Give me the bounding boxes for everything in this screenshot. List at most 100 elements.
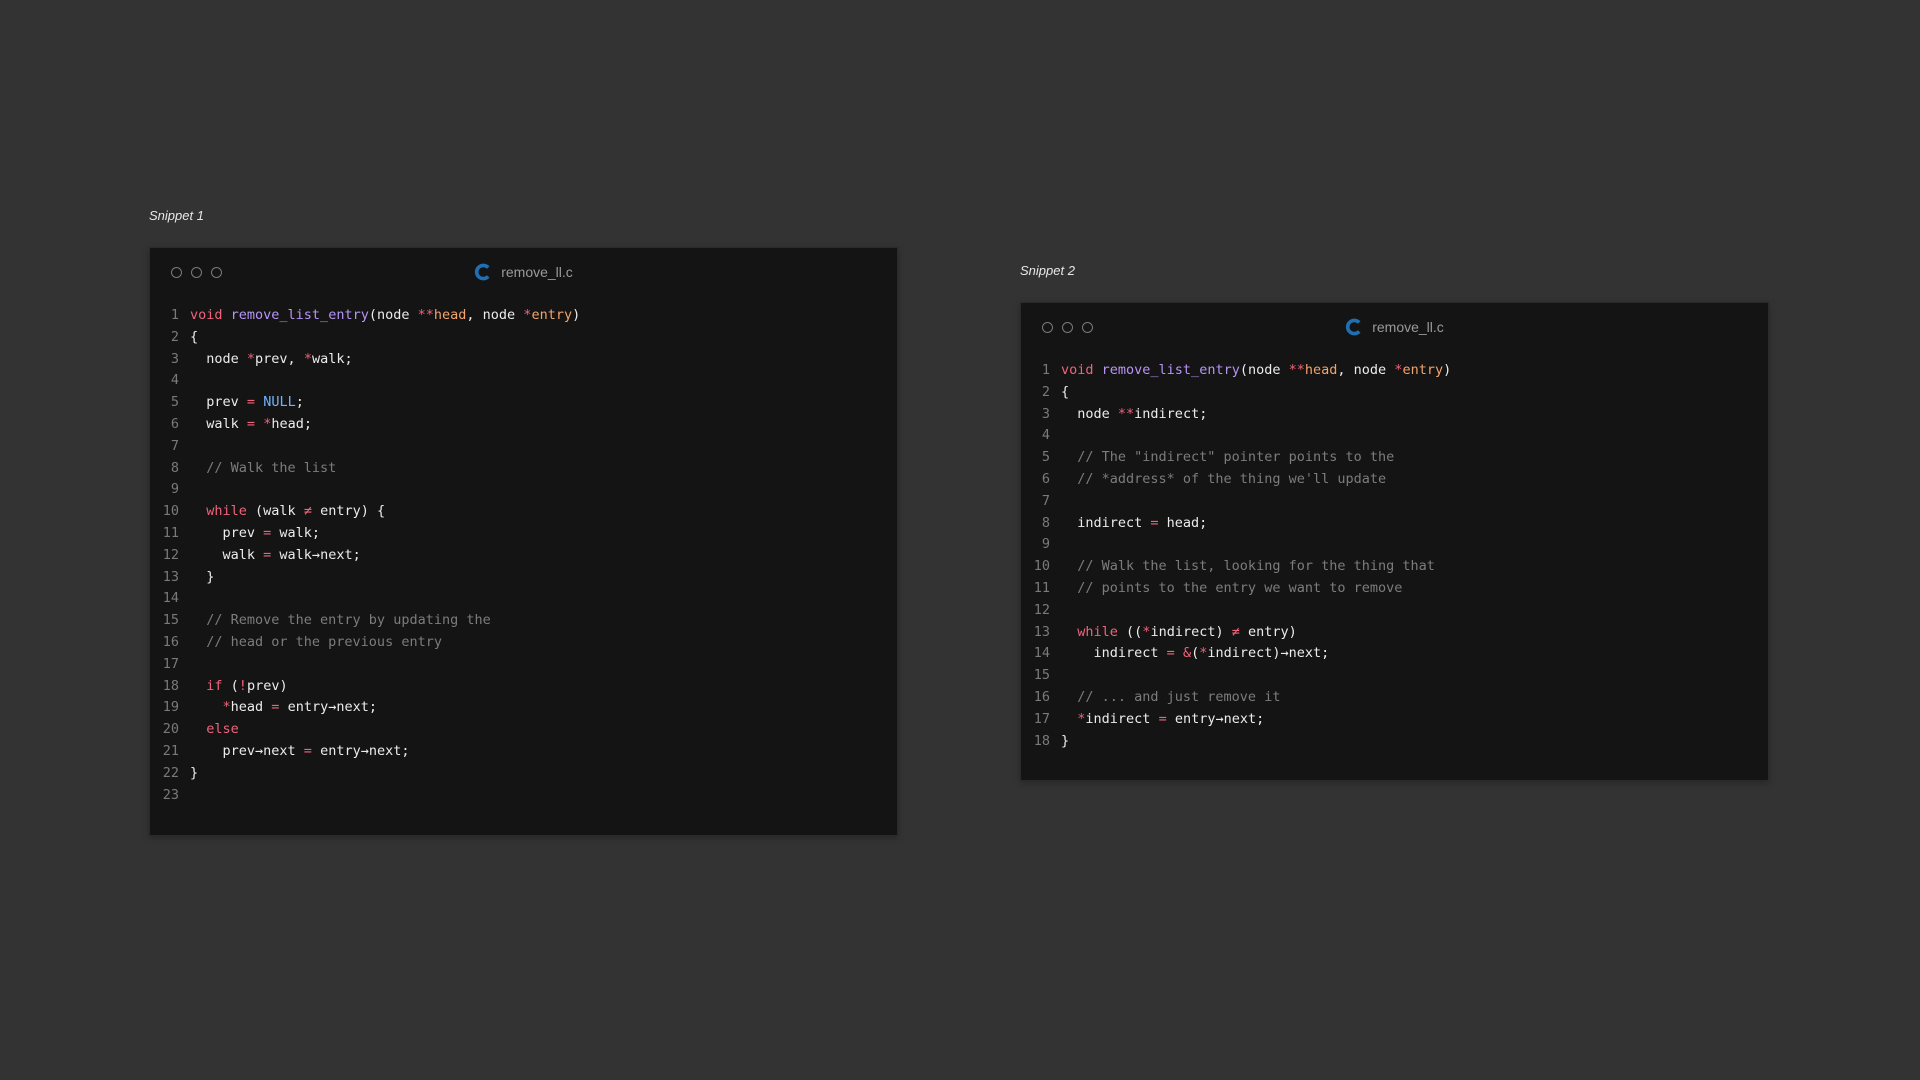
line-number: 15 bbox=[162, 612, 179, 629]
code-window: remove_ll.c 1 void remove_list_entry(node… bbox=[149, 247, 898, 836]
code-line: 5 prev = NULL; bbox=[150, 392, 897, 414]
code-line: 13 while ((*indirect) ≠ entry) bbox=[1021, 622, 1768, 644]
code-text: void remove_list_entry(node **head, node… bbox=[190, 307, 581, 323]
line-number: 7 bbox=[1041, 492, 1050, 509]
code-line: 22} bbox=[150, 763, 897, 785]
line-number: 8 bbox=[1041, 514, 1050, 531]
line-number: 19 bbox=[162, 699, 179, 716]
code-line: 10 while (walk ≠ entry) { bbox=[150, 501, 897, 523]
code-text: while (walk ≠ entry) { bbox=[206, 503, 386, 520]
line-number: 16 bbox=[162, 633, 179, 650]
code-text: prev = walk; bbox=[190, 524, 321, 541]
line-number: 21 bbox=[162, 742, 179, 759]
line-number: 3 bbox=[1041, 405, 1050, 422]
code-line: 16 // ... and just remove it bbox=[1021, 687, 1768, 709]
code-line: 12 walk = walk→next; bbox=[150, 545, 897, 567]
code-line: 14 indirect = &(*indirect)→next; bbox=[1021, 643, 1768, 665]
line-number: 11 bbox=[1033, 579, 1050, 596]
code-text: // ... and just remove it bbox=[1061, 688, 1281, 705]
code-text: // The "indirect" pointer points to the bbox=[1061, 449, 1395, 466]
code-text: // *address* of the thing we'll update bbox=[1061, 470, 1387, 487]
line-number: 18 bbox=[162, 677, 179, 694]
line-number: 3 bbox=[170, 350, 179, 367]
code-text: // Walk the list, looking for the thing … bbox=[1061, 558, 1435, 575]
code-text: { bbox=[190, 328, 199, 345]
line-number: 8 bbox=[170, 459, 179, 476]
code-line: 19 *head = entry→next; bbox=[150, 697, 897, 719]
code-line: 11 // points to the entry we want to rem… bbox=[1021, 578, 1768, 600]
code-text: walk = walk→next; bbox=[190, 546, 361, 563]
file-name: remove_ll.c bbox=[1372, 319, 1444, 335]
code-line: 11 prev = walk; bbox=[150, 523, 897, 545]
code-text: walk = *head; bbox=[190, 415, 312, 432]
line-number: 9 bbox=[1041, 536, 1050, 553]
line-number: 13 bbox=[1033, 623, 1050, 640]
code-line: 14 bbox=[150, 588, 897, 610]
line-number: 20 bbox=[162, 721, 179, 738]
code-text: indirect = &(*indirect)→next; bbox=[1061, 645, 1330, 662]
code-line: 15 // Remove the entry by updating the bbox=[150, 610, 897, 632]
code-line: 12 bbox=[1021, 600, 1768, 622]
window-title: remove_ll.c bbox=[1021, 318, 1768, 336]
line-number: 18 bbox=[1033, 732, 1050, 749]
line-number: 15 bbox=[1033, 667, 1050, 684]
line-number: 1 bbox=[170, 307, 179, 323]
code-text: *head = entry→next; bbox=[222, 699, 377, 716]
code-line: 6 // *address* of the thing we'll update bbox=[1021, 469, 1768, 491]
snippet-2: Snippet 2 remove_ll.c 1 void remove_list_… bbox=[1020, 261, 1769, 781]
code-line: 20 else bbox=[150, 719, 897, 741]
line-number: 4 bbox=[170, 372, 179, 389]
code-text: else bbox=[206, 721, 239, 738]
code-text: node *prev, *walk; bbox=[190, 350, 353, 367]
code-text: // Walk the list bbox=[190, 459, 337, 476]
code-text: void remove_list_entry(node **head, node… bbox=[1061, 362, 1452, 378]
code-text: node **indirect; bbox=[1061, 405, 1208, 422]
window-titlebar: remove_ll.c bbox=[1021, 303, 1768, 353]
code-text: } bbox=[1061, 732, 1070, 749]
code-text: { bbox=[1061, 383, 1070, 400]
line-number: 16 bbox=[1033, 688, 1050, 705]
code-block: 1 void remove_list_entry(node **head, nod… bbox=[1021, 360, 1768, 752]
code-block: 1 void remove_list_entry(node **head, nod… bbox=[150, 305, 897, 806]
line-number: 22 bbox=[162, 764, 179, 781]
code-line: 18} bbox=[1021, 731, 1768, 753]
line-number: 13 bbox=[162, 568, 179, 585]
c-language-icon bbox=[1346, 318, 1361, 336]
line-number: 10 bbox=[1033, 558, 1050, 575]
code-line: 8 indirect = head; bbox=[1021, 513, 1768, 535]
line-number: 10 bbox=[162, 503, 179, 520]
code-line: 1 void remove_list_entry(node **head, nod… bbox=[150, 305, 897, 327]
code-text: // points to the entry we want to remove bbox=[1061, 579, 1403, 596]
line-number: 6 bbox=[1041, 470, 1050, 487]
snippet-1: Snippet 1 remove_ll.c 1 void remove_list_… bbox=[149, 206, 898, 836]
code-line: 4 bbox=[1021, 425, 1768, 447]
code-text: if (!prev) bbox=[206, 677, 288, 694]
line-number: 2 bbox=[1041, 383, 1050, 400]
code-line: 15 bbox=[1021, 665, 1768, 687]
line-number: 17 bbox=[162, 655, 179, 672]
line-number: 7 bbox=[170, 437, 179, 454]
code-text: } bbox=[190, 764, 199, 781]
line-number: 1 bbox=[1041, 362, 1050, 378]
code-line: 17 bbox=[150, 654, 897, 676]
code-line: 6 walk = *head; bbox=[150, 414, 897, 436]
line-number: 9 bbox=[170, 481, 179, 498]
code-line: 3 node **indirect; bbox=[1021, 404, 1768, 426]
code-line: 4 bbox=[150, 370, 897, 392]
code-line: 1 void remove_list_entry(node **head, nod… bbox=[1021, 360, 1768, 382]
code-window: remove_ll.c 1 void remove_list_entry(node… bbox=[1020, 302, 1769, 781]
line-number: 12 bbox=[1033, 601, 1050, 618]
line-number: 17 bbox=[1033, 710, 1050, 727]
code-line: 7 bbox=[150, 436, 897, 458]
line-number: 14 bbox=[162, 590, 179, 607]
code-text: // Remove the entry by updating the bbox=[190, 612, 491, 629]
code-line: 9 bbox=[1021, 534, 1768, 556]
code-text: prev→next = entry→next; bbox=[190, 742, 410, 759]
c-language-icon bbox=[475, 263, 490, 281]
code-text: *indirect = entry→next; bbox=[1077, 710, 1265, 727]
code-text: prev = NULL; bbox=[190, 394, 304, 411]
line-number: 5 bbox=[1041, 449, 1050, 466]
line-number: 2 bbox=[170, 328, 179, 345]
snippet-label: Snippet 2 bbox=[1020, 263, 1075, 278]
code-line: 8 // Walk the list bbox=[150, 458, 897, 480]
